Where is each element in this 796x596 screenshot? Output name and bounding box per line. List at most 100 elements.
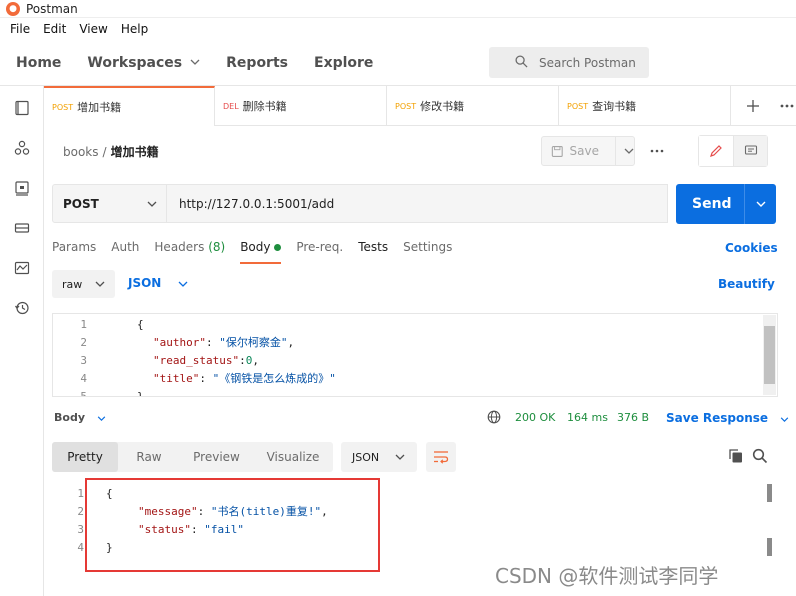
tab-body[interactable]: Body	[240, 240, 282, 264]
tab-raw[interactable]: Raw	[118, 442, 180, 472]
tab-headers[interactable]: Headers (8)	[154, 240, 225, 264]
search-placeholder: Search Postman	[539, 55, 636, 70]
menu-file[interactable]: File	[10, 22, 30, 36]
line-number: 4	[80, 371, 87, 385]
breadcrumb: books / 增加书籍	[63, 143, 159, 160]
search-input[interactable]: Search Postman	[489, 47, 649, 78]
wrap-lines-icon	[434, 451, 449, 464]
json-value: "《钢铁是怎么炼成的》"	[212, 372, 336, 385]
search-response-icon[interactable]	[752, 448, 768, 464]
header-nav: Home Workspaces Reports Explore	[0, 40, 796, 86]
tab-update-book[interactable]: POST 修改书籍	[387, 86, 559, 126]
line-number: 2	[77, 504, 84, 518]
json-value: "保尔柯察金"	[219, 336, 288, 349]
comments-icon[interactable]	[734, 136, 767, 166]
send-dropdown-chevron-icon[interactable]	[744, 184, 776, 224]
body-language-select[interactable]: JSON	[128, 276, 188, 290]
title-bar: ● Postman	[0, 0, 796, 18]
menu-bar: File Edit View Help	[0, 18, 796, 40]
environments-icon[interactable]	[14, 180, 30, 196]
send-button[interactable]: Send	[676, 184, 776, 224]
method-value: POST	[63, 196, 99, 211]
chevron-down-icon	[395, 454, 405, 460]
tab-auth[interactable]: Auth	[111, 240, 139, 264]
line-number: 1	[80, 317, 87, 331]
body-mode-select[interactable]: raw	[52, 270, 115, 298]
nav-reports[interactable]: Reports	[226, 55, 288, 71]
response-scrollbar-bottom[interactable]	[767, 538, 772, 556]
breadcrumb-parent[interactable]: books	[63, 145, 99, 159]
code-text: {	[137, 317, 144, 331]
nav-home[interactable]: Home	[16, 55, 61, 71]
response-highlight-box	[85, 478, 380, 572]
tab-name: 增加书籍	[77, 101, 122, 114]
nav-explore-label: Explore	[314, 54, 374, 71]
code-line: 3 "read_status":0,	[53, 351, 761, 369]
tab-method: POST	[567, 101, 589, 111]
tab-method: POST	[395, 101, 417, 111]
code-line: 4 "title": "《钢铁是怎么炼成的》"	[53, 369, 761, 387]
cookies-link[interactable]: Cookies	[725, 241, 778, 255]
tab-method: DEL	[223, 101, 239, 111]
copy-icon[interactable]	[728, 448, 744, 464]
tab-query-book[interactable]: POST 查询书籍	[559, 86, 731, 126]
tab-params[interactable]: Params	[52, 240, 96, 264]
save-label: Save	[569, 144, 599, 158]
response-format-select[interactable]: JSON	[341, 442, 417, 472]
history-icon[interactable]	[14, 300, 30, 316]
tab-add-book[interactable]: POST 增加书籍	[44, 86, 215, 126]
response-scrollbar-top[interactable]	[767, 484, 772, 502]
save-dropdown-chevron-icon[interactable]	[615, 137, 634, 165]
save-button[interactable]: Save	[541, 136, 635, 166]
tab-headers-label: Headers	[154, 240, 205, 254]
tab-pretty[interactable]: Pretty	[52, 442, 118, 472]
menu-help[interactable]: Help	[121, 22, 148, 36]
menu-view[interactable]: View	[79, 22, 107, 36]
chevron-down-icon	[781, 417, 789, 422]
tabs-more-icon[interactable]	[780, 104, 794, 108]
line-number: 5	[80, 389, 87, 397]
window-title: Postman	[26, 1, 78, 16]
menu-edit[interactable]: Edit	[43, 22, 66, 36]
tab-prereq[interactable]: Pre-req.	[296, 240, 343, 264]
more-actions-icon[interactable]	[650, 149, 664, 153]
mock-servers-icon[interactable]	[14, 220, 30, 236]
new-tab-plus-icon[interactable]	[746, 99, 760, 113]
wrap-lines-button[interactable]	[426, 442, 456, 472]
apis-icon[interactable]	[14, 140, 30, 156]
globe-icon[interactable]	[487, 410, 501, 424]
response-size: 376 B	[617, 411, 650, 424]
nav-home-label: Home	[16, 54, 62, 71]
beautify-link[interactable]: Beautify	[718, 277, 775, 291]
edit-pencil-icon[interactable]	[699, 136, 734, 166]
tab-tests[interactable]: Tests	[358, 240, 388, 264]
tab-name: 删除书籍	[242, 100, 287, 113]
nav-workspaces[interactable]: Workspaces	[87, 55, 200, 71]
json-key: "read_status"	[153, 353, 240, 367]
headers-count-badge: (8)	[208, 240, 226, 254]
collections-icon[interactable]	[14, 100, 30, 116]
nav-explore[interactable]: Explore	[314, 55, 373, 71]
request-body-editor[interactable]: 1 { 2 "author": "保尔柯察金", 3 "read_status"…	[52, 313, 778, 397]
save-response-button[interactable]: Save Response	[666, 411, 789, 425]
chevron-down-icon	[178, 281, 188, 287]
tab-visualize[interactable]: Visualize	[253, 442, 333, 472]
send-label: Send	[692, 196, 732, 212]
body-mode-value: raw	[62, 277, 83, 291]
tab-preview[interactable]: Preview	[180, 442, 253, 472]
response-view-tabs: Pretty Raw Preview Visualize	[52, 442, 333, 472]
method-select[interactable]: POST	[52, 184, 167, 223]
monitors-icon[interactable]	[14, 260, 30, 276]
url-input[interactable]: http://127.0.0.1:5001/add	[167, 184, 668, 223]
response-body-dropdown[interactable]: Body	[54, 411, 106, 424]
tab-body-label: Body	[240, 240, 271, 254]
response-body-label: Body	[54, 411, 85, 424]
editor-scrollbar-thumb[interactable]	[764, 326, 775, 384]
json-key: "author"	[153, 336, 206, 349]
tab-delete-book[interactable]: DEL 删除书籍	[215, 86, 387, 126]
response-format-value: JSON	[352, 450, 380, 464]
left-sidebar	[0, 86, 44, 596]
tab-settings[interactable]: Settings	[403, 240, 452, 264]
code-line: 1 {	[53, 315, 761, 333]
chevron-down-icon	[95, 281, 105, 287]
